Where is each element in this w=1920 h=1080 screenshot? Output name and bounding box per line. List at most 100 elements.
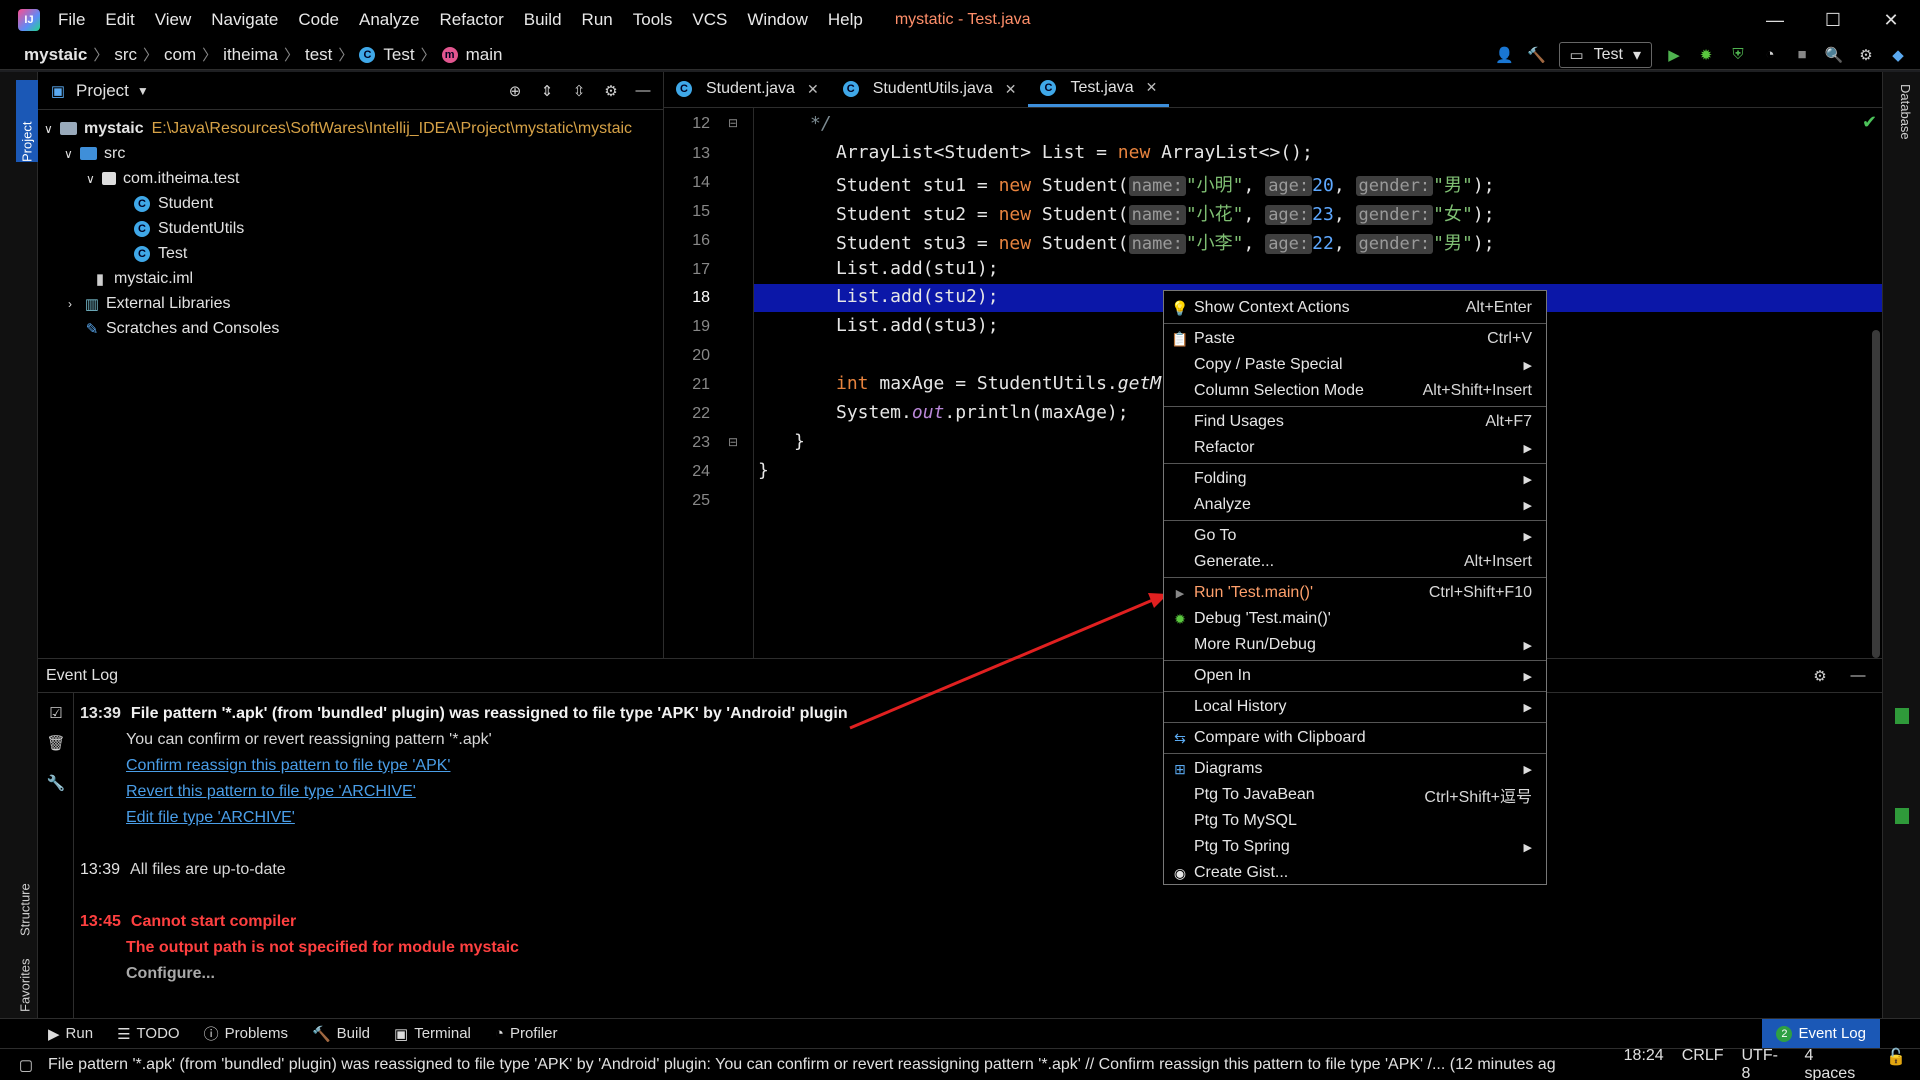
- chevron-down-icon[interactable]: ▼: [137, 84, 149, 98]
- maximize-button[interactable]: ☐: [1804, 10, 1862, 31]
- log-link-confirm[interactable]: Confirm reassign this pattern to file ty…: [126, 757, 450, 775]
- chevron-down-icon[interactable]: ∨: [64, 147, 80, 161]
- coverage-icon[interactable]: ⛨: [1728, 45, 1748, 65]
- tree-item-class[interactable]: C Student: [38, 191, 663, 216]
- tree-item-class[interactable]: C StudentUtils: [38, 216, 663, 241]
- collapse-all-icon[interactable]: ⇳: [569, 81, 589, 101]
- project-tool-tab[interactable]: Project: [16, 80, 38, 162]
- menu-vcs[interactable]: VCS: [682, 10, 737, 30]
- menu-item-diagrams[interactable]: ⊞ Diagrams ▶: [1164, 756, 1546, 782]
- log-link-configure[interactable]: Configure...: [126, 965, 215, 983]
- project-panel-title[interactable]: Project: [76, 81, 129, 101]
- menu-item-generate[interactable]: Generate... Alt+Insert: [1164, 549, 1546, 575]
- menu-analyze[interactable]: Analyze: [349, 10, 429, 30]
- menu-file[interactable]: File: [48, 10, 95, 30]
- menu-item-create-gist[interactable]: ◉ Create Gist...: [1164, 860, 1546, 886]
- tab-studentutils-java[interactable]: C StudentUtils.java ✕: [831, 71, 1029, 107]
- menu-help[interactable]: Help: [818, 10, 873, 30]
- hide-icon[interactable]: —: [633, 81, 653, 101]
- file-encoding[interactable]: UTF-8: [1741, 1047, 1786, 1080]
- tool-tab-problems[interactable]: ⓘ Problems: [204, 1023, 288, 1044]
- trash-icon[interactable]: 🗑: [46, 733, 66, 753]
- search-icon[interactable]: 🔍: [1824, 45, 1844, 65]
- expand-all-icon[interactable]: ⇕: [537, 81, 557, 101]
- chevron-down-icon[interactable]: ∨: [44, 122, 60, 136]
- toggle-tool-windows-icon[interactable]: ▢: [16, 1055, 36, 1075]
- menu-refactor[interactable]: Refactor: [429, 10, 513, 30]
- tool-tab-run[interactable]: ▶ Run: [48, 1025, 93, 1043]
- caret-position[interactable]: 18:24: [1624, 1047, 1664, 1080]
- menu-item-go-to[interactable]: Go To ▶: [1164, 523, 1546, 549]
- tree-item-root[interactable]: ∨ mystaic E:\Java\Resources\SoftWares\In…: [38, 116, 663, 141]
- run-icon[interactable]: ▶: [1664, 45, 1684, 65]
- log-link-edit[interactable]: Edit file type 'ARCHIVE': [126, 809, 295, 827]
- breadcrumb-com[interactable]: com: [164, 45, 196, 65]
- breadcrumb-class[interactable]: Test: [383, 45, 414, 65]
- menu-run[interactable]: Run: [572, 10, 623, 30]
- breadcrumb-project[interactable]: mystaic: [24, 45, 87, 65]
- menu-edit[interactable]: Edit: [95, 10, 144, 30]
- tree-item-src[interactable]: ∨ src: [38, 141, 663, 166]
- menu-window[interactable]: Window: [737, 10, 817, 30]
- tree-item-class[interactable]: C Test: [38, 241, 663, 266]
- tree-item-external-libraries[interactable]: › ▥ External Libraries: [38, 291, 663, 316]
- tool-tab-build[interactable]: 🔨 Build: [312, 1025, 370, 1043]
- menu-item-debug[interactable]: ✹ Debug 'Test.main()': [1164, 606, 1546, 632]
- chevron-right-icon[interactable]: ›: [68, 297, 84, 311]
- close-button[interactable]: ✕: [1862, 10, 1920, 31]
- menu-item-copy-paste-special[interactable]: Copy / Paste Special ▶: [1164, 352, 1546, 378]
- menu-item-ptg-spring[interactable]: Ptg To Spring ▶: [1164, 834, 1546, 860]
- tool-tab-todo[interactable]: ☰ TODO: [117, 1025, 180, 1043]
- breadcrumb-test[interactable]: test: [305, 45, 332, 65]
- close-icon[interactable]: ✕: [807, 81, 819, 98]
- breadcrumb-method[interactable]: main: [466, 45, 503, 65]
- menu-code[interactable]: Code: [288, 10, 349, 30]
- mark-read-icon[interactable]: ☑: [46, 703, 66, 723]
- stop-icon[interactable]: ■: [1792, 45, 1812, 65]
- run-configuration-select[interactable]: ▭ Test ▾: [1558, 41, 1652, 68]
- tool-tab-profiler[interactable]: ◔ Profiler: [495, 1025, 558, 1042]
- menu-item-more-run-debug[interactable]: More Run/Debug ▶: [1164, 632, 1546, 658]
- plugin-logo-icon[interactable]: ◆: [1888, 45, 1908, 65]
- menu-item-column-selection[interactable]: Column Selection Mode Alt+Shift+Insert: [1164, 378, 1546, 404]
- minimize-button[interactable]: —: [1746, 10, 1804, 31]
- close-icon[interactable]: ✕: [1005, 81, 1017, 98]
- menu-item-run[interactable]: ▶ Run 'Test.main()' Ctrl+Shift+F10: [1164, 580, 1546, 606]
- status-message[interactable]: File pattern '*.apk' (from 'bundled' plu…: [48, 1056, 1624, 1074]
- indent-setting[interactable]: 4 spaces: [1805, 1047, 1869, 1080]
- menu-item-local-history[interactable]: Local History ▶: [1164, 694, 1546, 720]
- tree-item-scratches[interactable]: ✎ Scratches and Consoles: [38, 316, 663, 341]
- menu-view[interactable]: View: [145, 10, 202, 30]
- menu-item-compare-clipboard[interactable]: ⇆ Compare with Clipboard: [1164, 725, 1546, 751]
- menu-item-folding[interactable]: Folding ▶: [1164, 466, 1546, 492]
- gear-icon[interactable]: ⚙: [1810, 666, 1830, 686]
- breadcrumb-itheima[interactable]: itheima: [223, 45, 278, 65]
- fold-icon[interactable]: ⊟: [728, 116, 738, 130]
- tab-student-java[interactable]: C Student.java ✕: [664, 71, 831, 107]
- locate-icon[interactable]: ⊕: [505, 81, 525, 101]
- lock-icon[interactable]: 🔓: [1886, 1047, 1906, 1080]
- gear-icon[interactable]: ⚙: [601, 81, 621, 101]
- log-link-revert[interactable]: Revert this pattern to file type 'ARCHIV…: [126, 783, 416, 801]
- profile-icon[interactable]: ◔: [1760, 45, 1780, 65]
- menu-item-find-usages[interactable]: Find Usages Alt+F7: [1164, 409, 1546, 435]
- menu-item-ptg-mysql[interactable]: Ptg To MySQL: [1164, 808, 1546, 834]
- chevron-down-icon[interactable]: ∨: [86, 172, 102, 186]
- tab-test-java[interactable]: C Test.java ✕: [1028, 71, 1170, 107]
- menu-tools[interactable]: Tools: [623, 10, 683, 30]
- tree-item-package[interactable]: ∨ com.itheima.test: [38, 166, 663, 191]
- menu-item-open-in[interactable]: Open In ▶: [1164, 663, 1546, 689]
- line-separator[interactable]: CRLF: [1682, 1047, 1724, 1080]
- tool-tab-terminal[interactable]: ▣ Terminal: [394, 1025, 471, 1043]
- close-icon[interactable]: ✕: [1146, 79, 1158, 96]
- menu-item-paste[interactable]: 📋 Paste Ctrl+V: [1164, 326, 1546, 352]
- menu-item-analyze[interactable]: Analyze ▶: [1164, 492, 1546, 518]
- editor-scrollbar[interactable]: [1872, 330, 1880, 658]
- breadcrumb-src[interactable]: src: [114, 45, 137, 65]
- fold-icon[interactable]: ⊟: [728, 435, 738, 449]
- build-hammer-icon[interactable]: 🔨: [1527, 45, 1547, 65]
- user-icon[interactable]: 👤: [1495, 45, 1515, 65]
- favorites-tool-tab[interactable]: Favorites: [14, 922, 36, 1012]
- debug-icon[interactable]: ✹: [1696, 45, 1716, 65]
- menu-item-refactor[interactable]: Refactor ▶: [1164, 435, 1546, 461]
